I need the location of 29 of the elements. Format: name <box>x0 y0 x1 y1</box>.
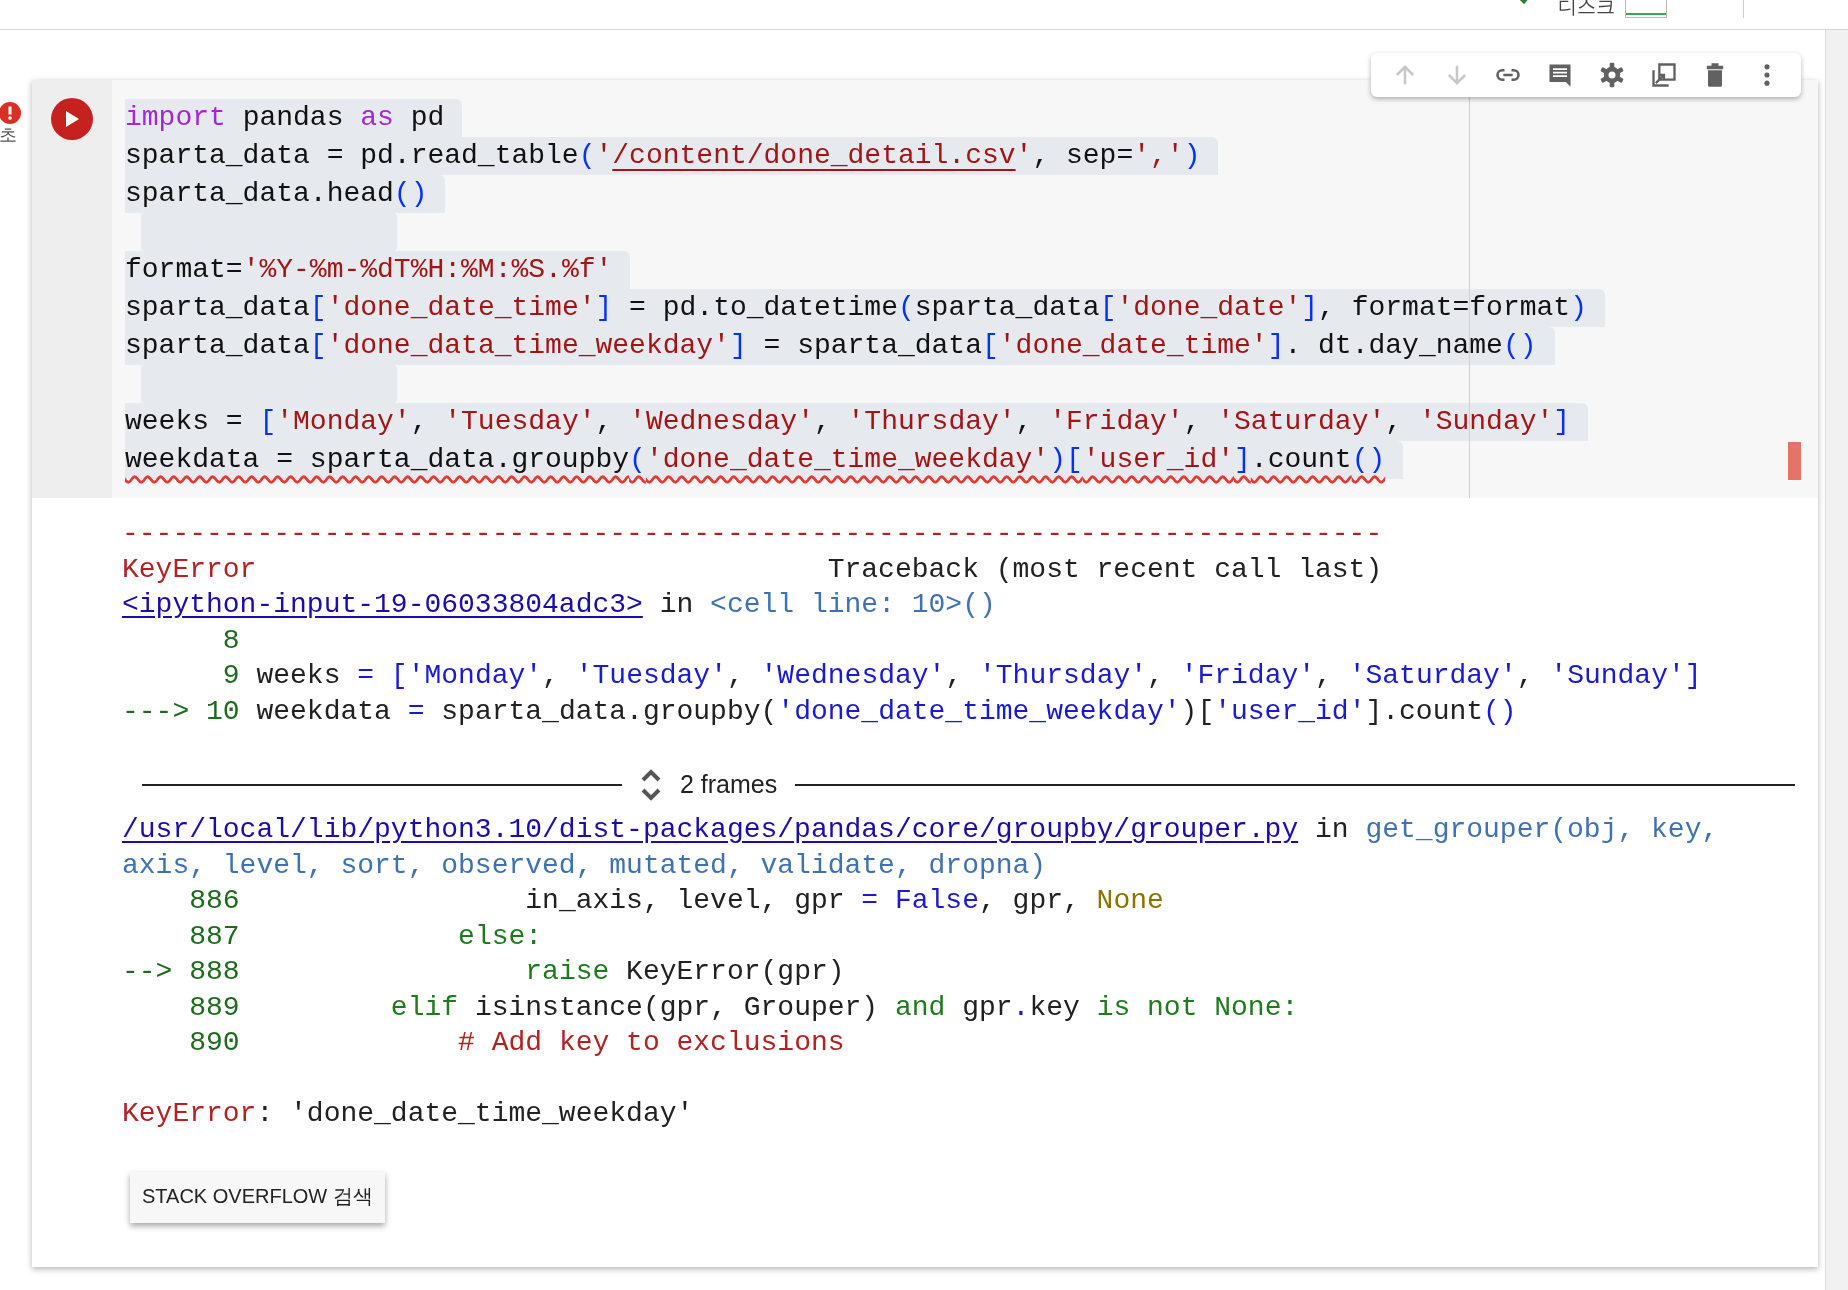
run-button[interactable] <box>51 98 93 140</box>
elapsed-time: 초 <box>0 124 17 146</box>
traceback-line: KeyError: 'done_date_time_weekday' <box>122 1098 694 1129</box>
error-icon <box>0 102 21 124</box>
traceback-line: KeyError Traceback (most recent call last) <box>122 553 1383 585</box>
expand-icon[interactable] <box>640 767 662 803</box>
function-signature: get_grouper(obj, key, <box>1365 814 1719 845</box>
traceback-line: 9 weeks = ['Monday', 'Tuesday', 'Wednesday', 'Thursday', 'Friday', 'Saturday', 'Sunday'] <box>221 660 1702 691</box>
stack-overflow-search-button[interactable]: STACK OVERFLOW 검색 <box>130 1171 385 1223</box>
play-icon <box>64 110 80 128</box>
traceback-line: 886 in_axis, level, gpr = False, gpr, None <box>188 885 1164 916</box>
scrollbar[interactable] <box>1825 30 1848 1290</box>
traceback-line: axis, level, sort, observed, mutated, validate, dropna) <box>122 849 1047 881</box>
file-link[interactable]: <ipython-input-19-06033804adc3> <box>122 589 643 620</box>
traceback-line: 889 elif isinstance(gpr, Grouper) and gpr.key is not None: <box>188 991 1299 1023</box>
traceback-line: 887 else: <box>188 920 543 952</box>
frames-toggle[interactable]: 2 frames <box>680 767 778 803</box>
traceback-text: in <box>658 589 695 620</box>
traceback-line: 890 # Add key to exclusions <box>188 1027 845 1058</box>
function-signature: <cell line: 10>() <box>710 589 996 620</box>
traceback-line: --------------------------------------------------------------------------- <box>122 518 1383 549</box>
error-marker <box>1788 442 1801 480</box>
code-editor[interactable] <box>112 80 1818 498</box>
disk-meter <box>1625 0 1667 18</box>
traceback-line: 8 <box>221 624 240 656</box>
traceback-line: ---> 10 weekdata = sparta_data.groupby('done_date_time_weekday')['user_id'].count() <box>122 695 1517 727</box>
traceback-text: in <box>1314 814 1350 845</box>
file-link[interactable]: /usr/local/lib/python3.10/dist-packages/pandas/core/groupby/grouper.py <box>122 814 1299 845</box>
traceback-line: --> 888 raise KeyError(gpr) <box>122 956 845 987</box>
